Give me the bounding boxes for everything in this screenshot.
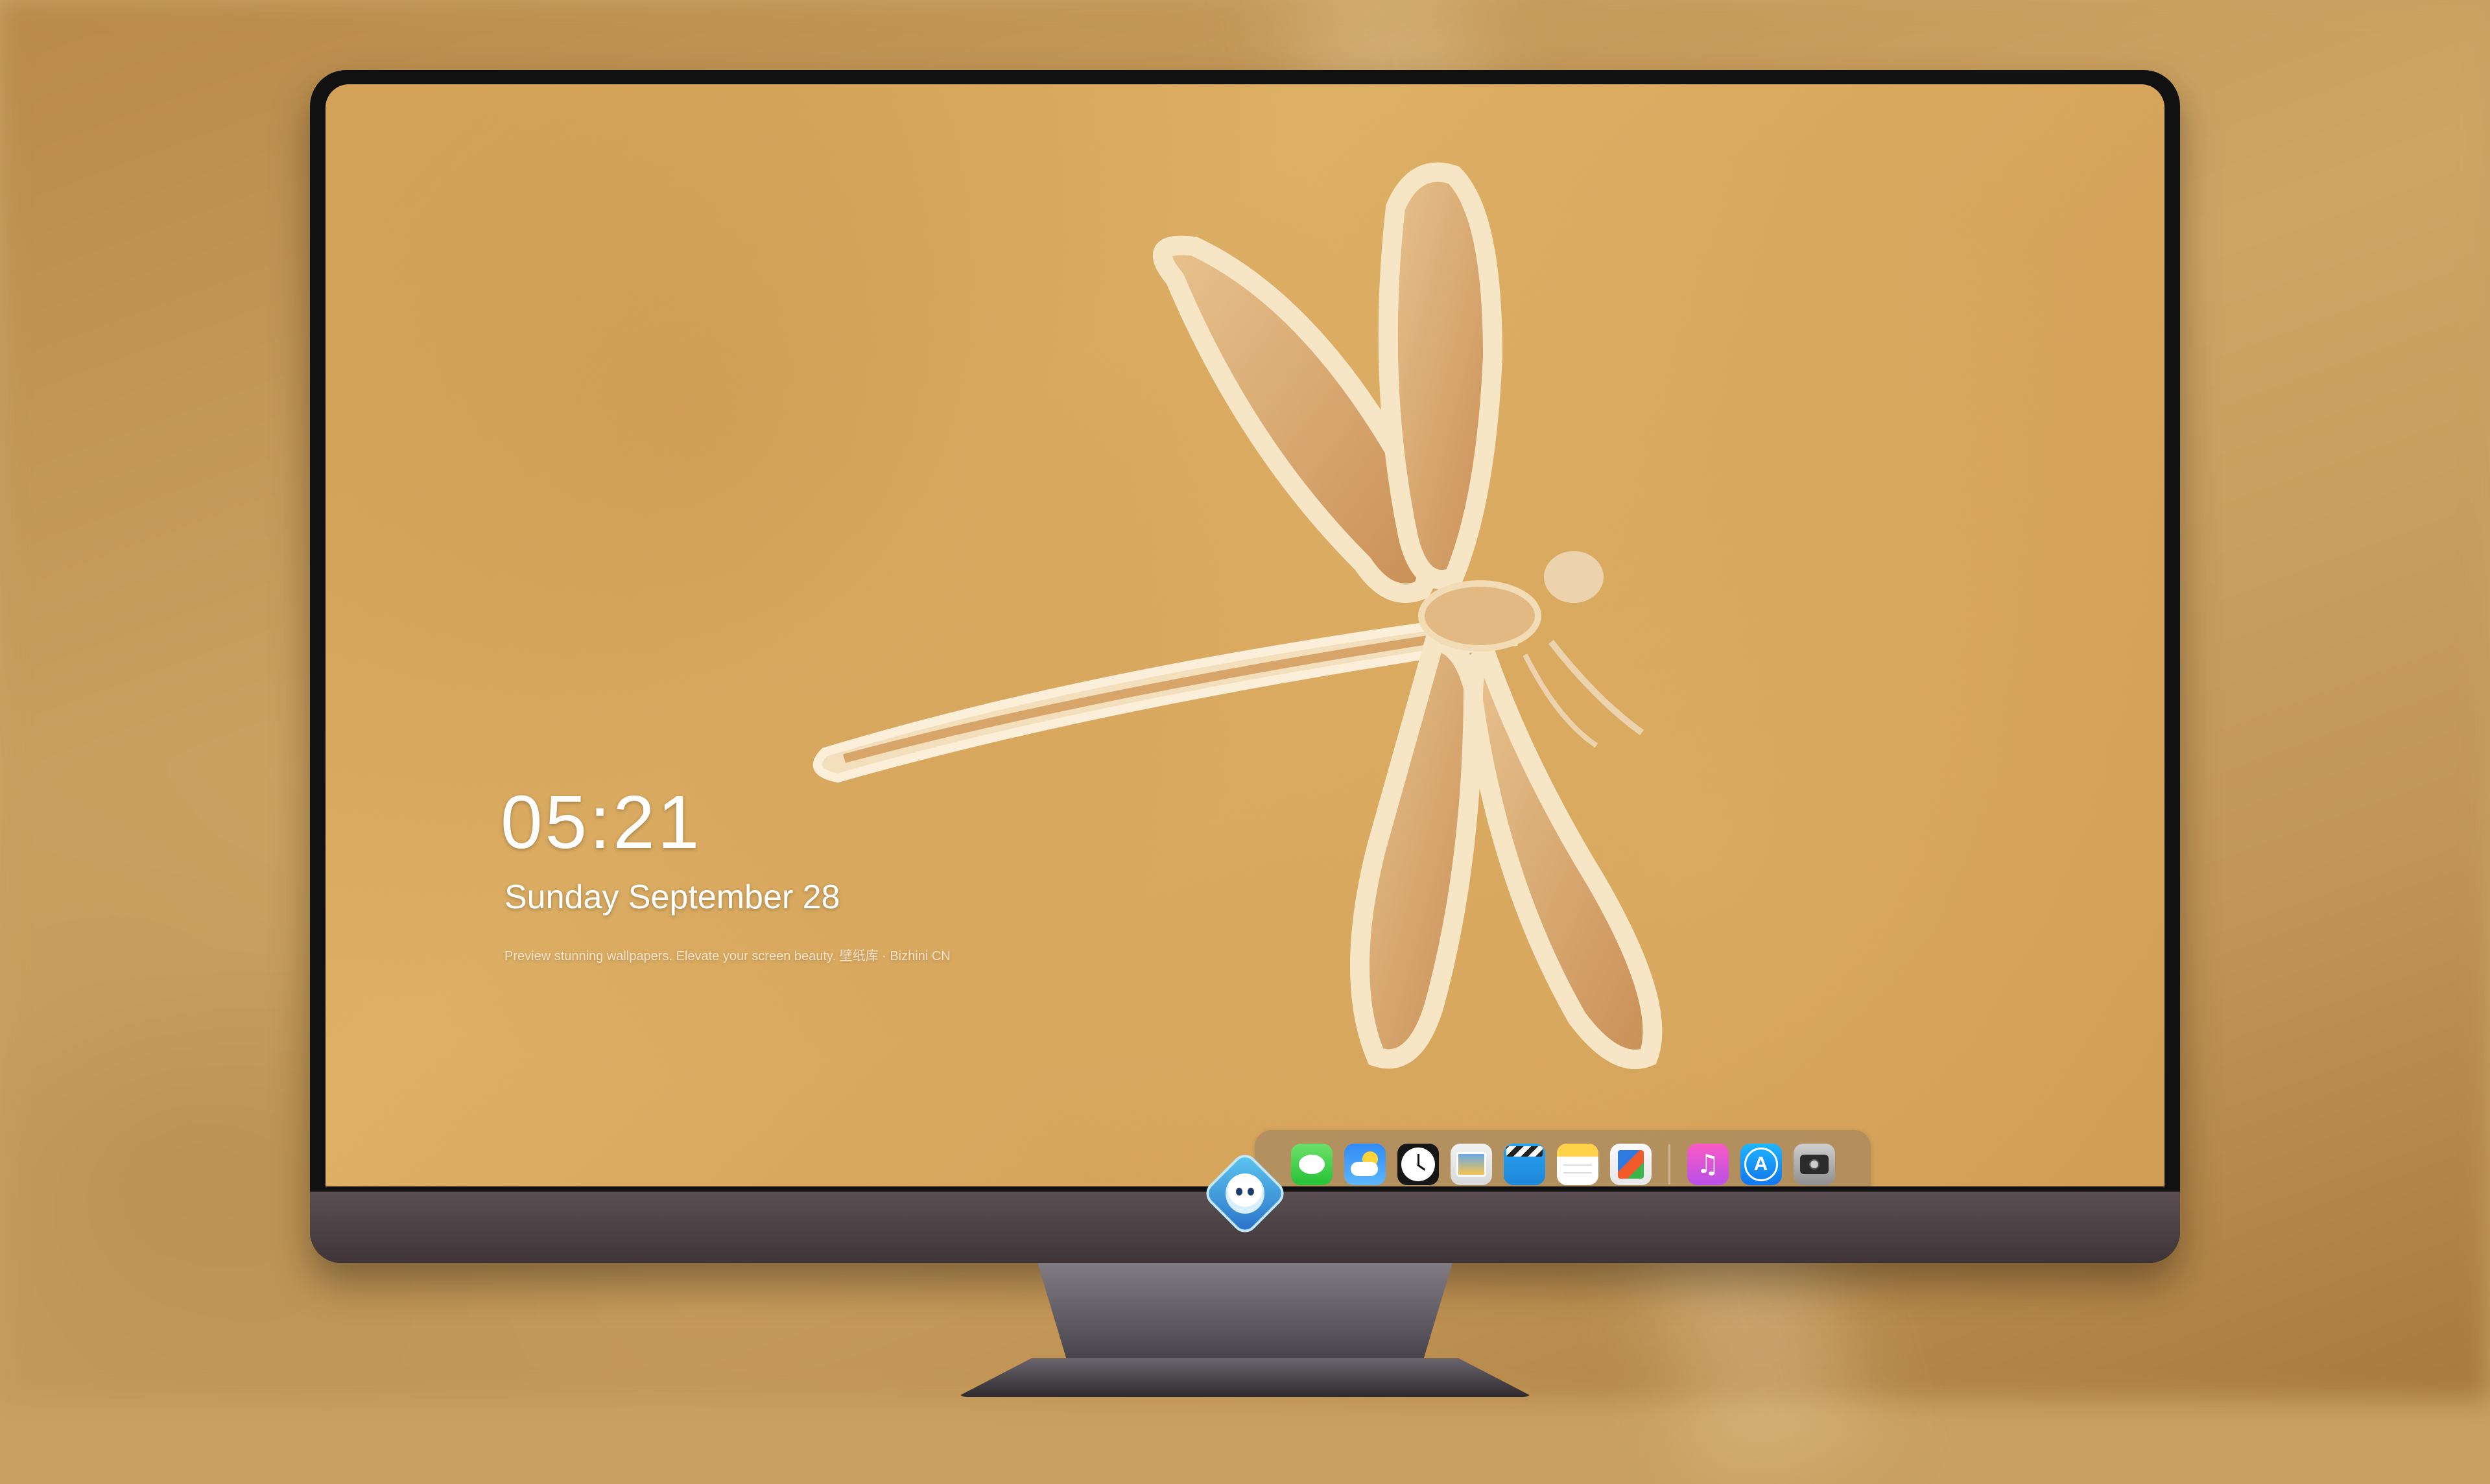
monitor-stand-neck <box>1038 1263 1452 1373</box>
dock-separator <box>1668 1144 1670 1184</box>
wallpaper-tagline: Preview stunning wallpapers. Elevate you… <box>504 949 951 963</box>
music-note-icon[interactable]: ♫ <box>1687 1144 1729 1185</box>
brand-mascot-icon <box>1226 1173 1264 1214</box>
app-store-icon[interactable]: A <box>1740 1144 1782 1185</box>
desktop-screen: 05:21 Sunday September 28 Preview stunni… <box>326 84 2164 1186</box>
dock: ♫ A <box>1255 1130 1871 1186</box>
weather-icon[interactable] <box>1344 1144 1386 1185</box>
clock-date: Sunday September 28 <box>504 878 840 916</box>
monitor-stand-foot <box>956 1358 1534 1397</box>
dragonfly-fossil-wallpaper <box>326 84 2164 1186</box>
lock-screen-info: 05:21 Sunday September 28 Preview stunni… <box>501 784 951 964</box>
office-document-icon[interactable] <box>1609 1144 1652 1185</box>
preview-icon[interactable] <box>1450 1144 1492 1185</box>
monitor: 05:21 Sunday September 28 Preview stunni… <box>310 70 2180 1263</box>
message-bubble-icon[interactable] <box>1290 1144 1333 1185</box>
clapperboard-icon[interactable] <box>1503 1144 1545 1185</box>
clock-time: 05:21 <box>501 780 702 864</box>
clock-icon[interactable] <box>1397 1144 1439 1185</box>
notes-icon[interactable] <box>1556 1144 1598 1185</box>
camera-icon[interactable] <box>1793 1144 1835 1185</box>
